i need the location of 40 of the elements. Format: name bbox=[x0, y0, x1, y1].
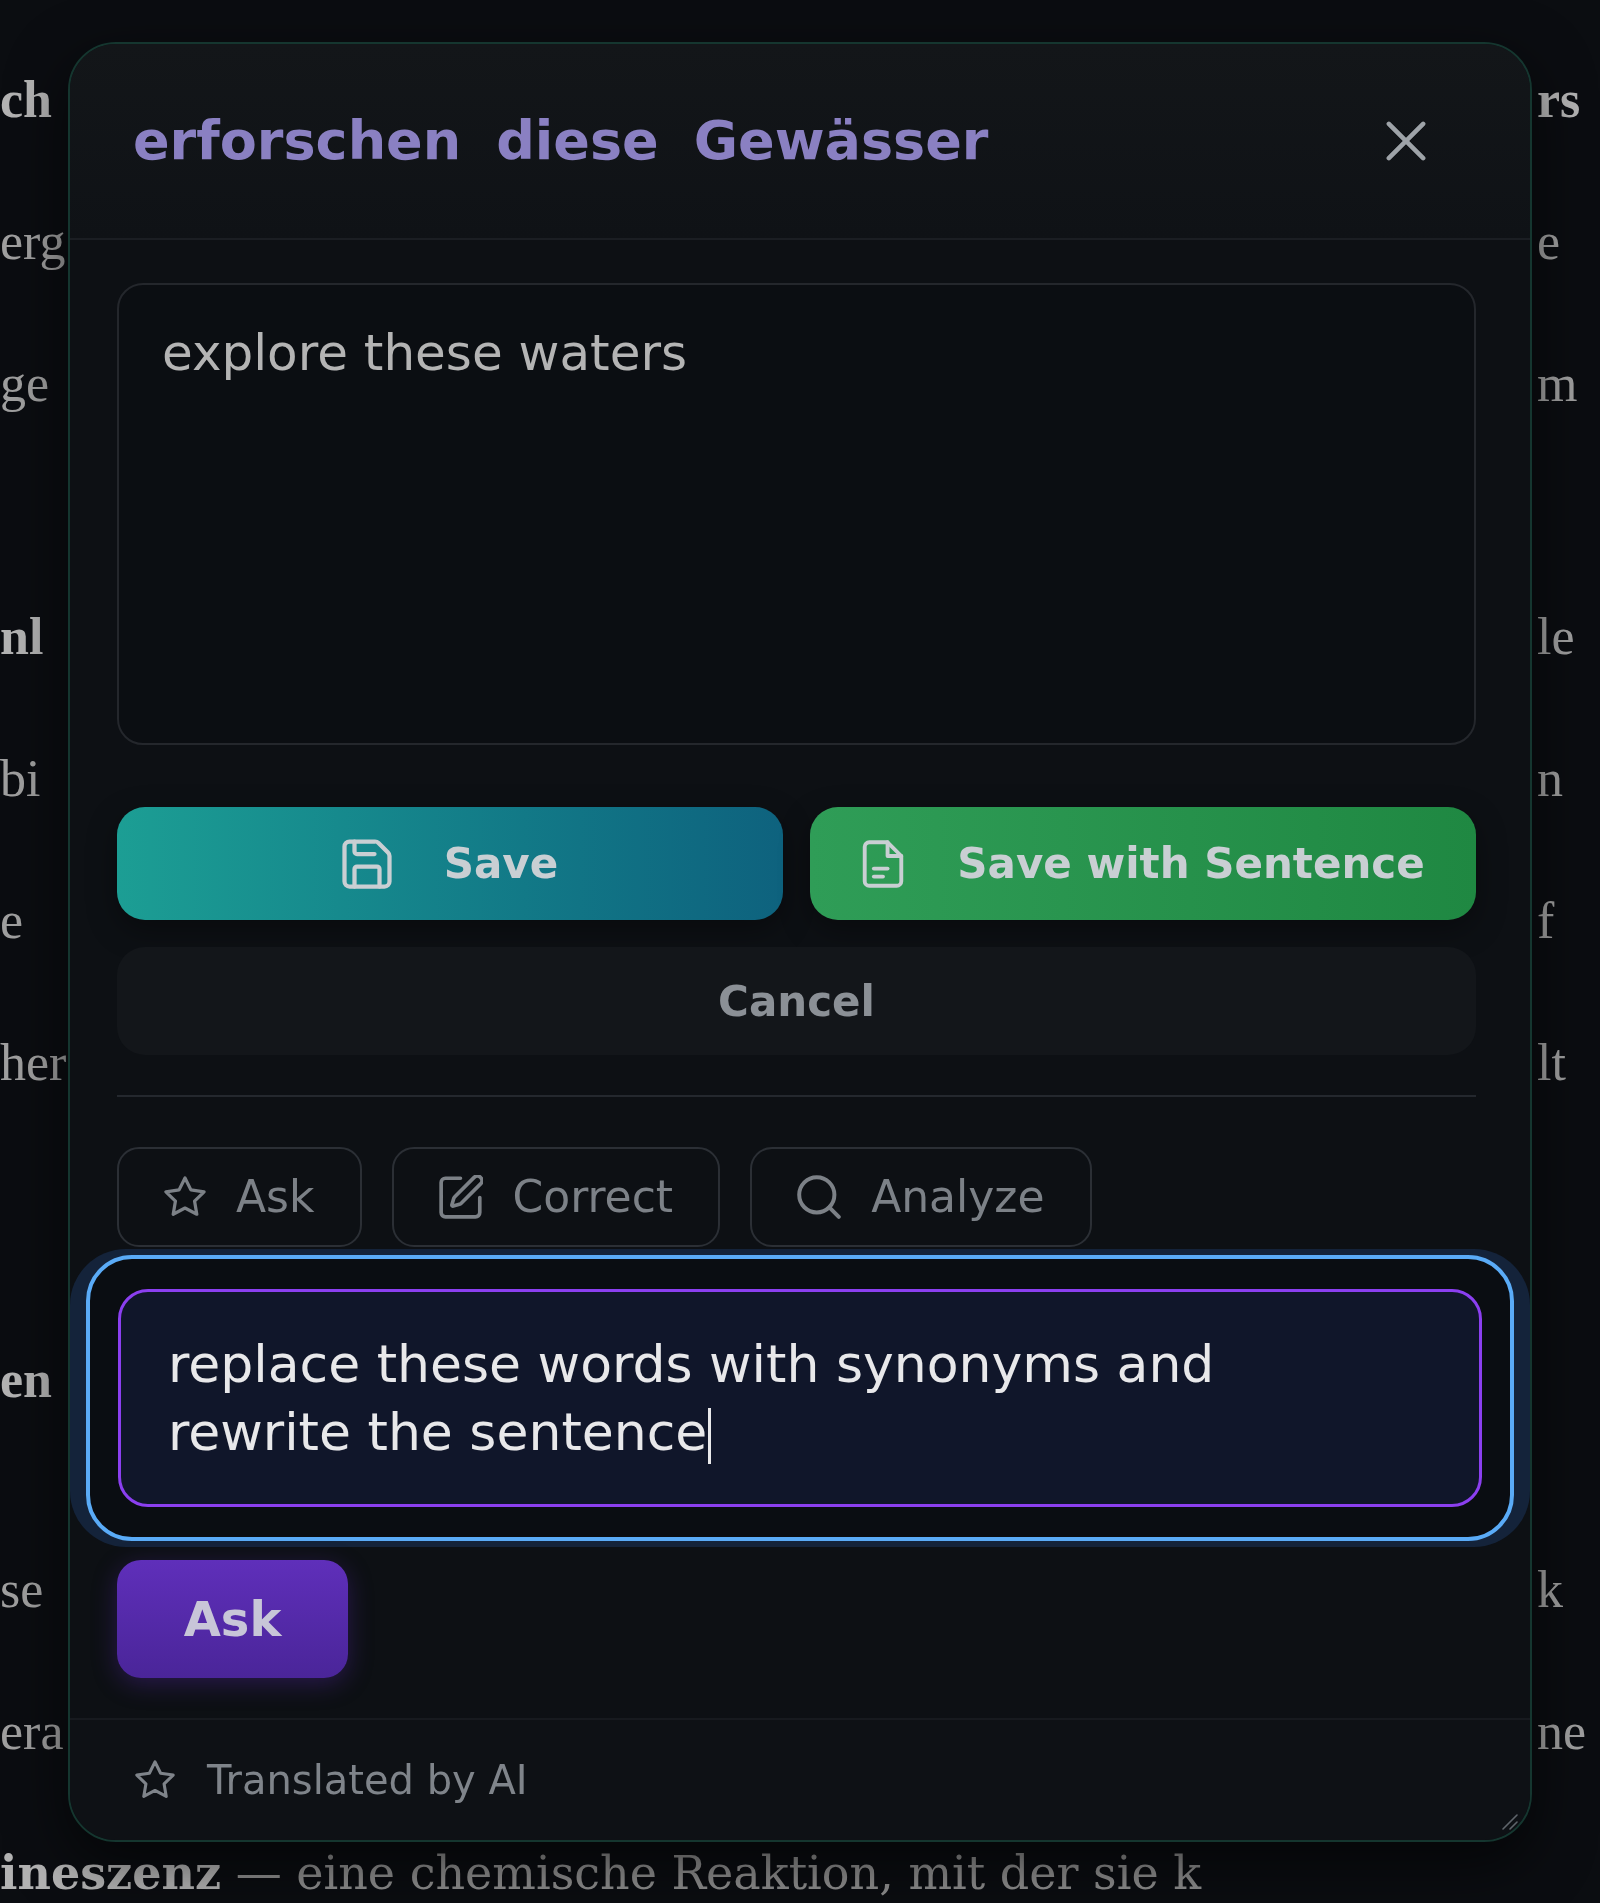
article-text: e bbox=[0, 895, 24, 947]
footer-note: Translated by AI bbox=[207, 1756, 528, 1805]
ask-button[interactable]: Ask bbox=[117, 1560, 348, 1678]
cancel-button[interactable]: Cancel bbox=[117, 947, 1476, 1055]
pencil-square-icon bbox=[438, 1175, 483, 1219]
article-text: n bbox=[1537, 753, 1563, 805]
save-button[interactable]: Save bbox=[117, 807, 783, 920]
mode-tab[interactable]: Analyze bbox=[750, 1147, 1092, 1247]
article-text: ne bbox=[1537, 1706, 1587, 1758]
article-text: her bbox=[0, 1037, 67, 1089]
article-text: ineszenz — eine chemische Reaktion, mit der sie k bbox=[0, 1850, 1203, 1896]
star-icon bbox=[135, 1760, 175, 1800]
article-text: en bbox=[0, 1354, 52, 1406]
star-icon bbox=[164, 1176, 206, 1218]
article-text: ch bbox=[0, 74, 52, 126]
question-input[interactable]: replace these words with synonyms and rewrite the sentence bbox=[118, 1289, 1482, 1507]
search-icon bbox=[797, 1175, 842, 1219]
mode-tab[interactable]: Correct bbox=[391, 1147, 721, 1247]
document-icon bbox=[861, 839, 906, 888]
article-text: m bbox=[1537, 358, 1578, 410]
mode-tab[interactable]: Ask bbox=[117, 1147, 362, 1247]
save-with-sentence-button[interactable]: Save with Sentence bbox=[810, 807, 1476, 920]
dialog-title: erforschen diese Gewässer bbox=[133, 114, 989, 168]
article-text: bi bbox=[0, 753, 41, 805]
article-text: k bbox=[1537, 1564, 1563, 1616]
close-button[interactable] bbox=[1384, 119, 1428, 163]
article-text: f bbox=[1537, 895, 1555, 947]
article-text: rs bbox=[1537, 74, 1581, 126]
text-cursor-icon bbox=[708, 1408, 712, 1464]
article-text: e bbox=[1537, 216, 1561, 268]
article-text: era bbox=[0, 1706, 64, 1758]
article-text: ge bbox=[0, 358, 50, 410]
resize-grip-icon bbox=[1502, 1814, 1518, 1830]
translation-field[interactable]: explore these waters bbox=[117, 283, 1476, 745]
close-icon bbox=[1386, 121, 1426, 161]
article-text: erg bbox=[0, 216, 66, 268]
article-text: lt bbox=[1537, 1037, 1566, 1089]
article-text: se bbox=[0, 1564, 44, 1616]
article-text: nl bbox=[0, 611, 44, 663]
article-text: le bbox=[1537, 611, 1575, 663]
